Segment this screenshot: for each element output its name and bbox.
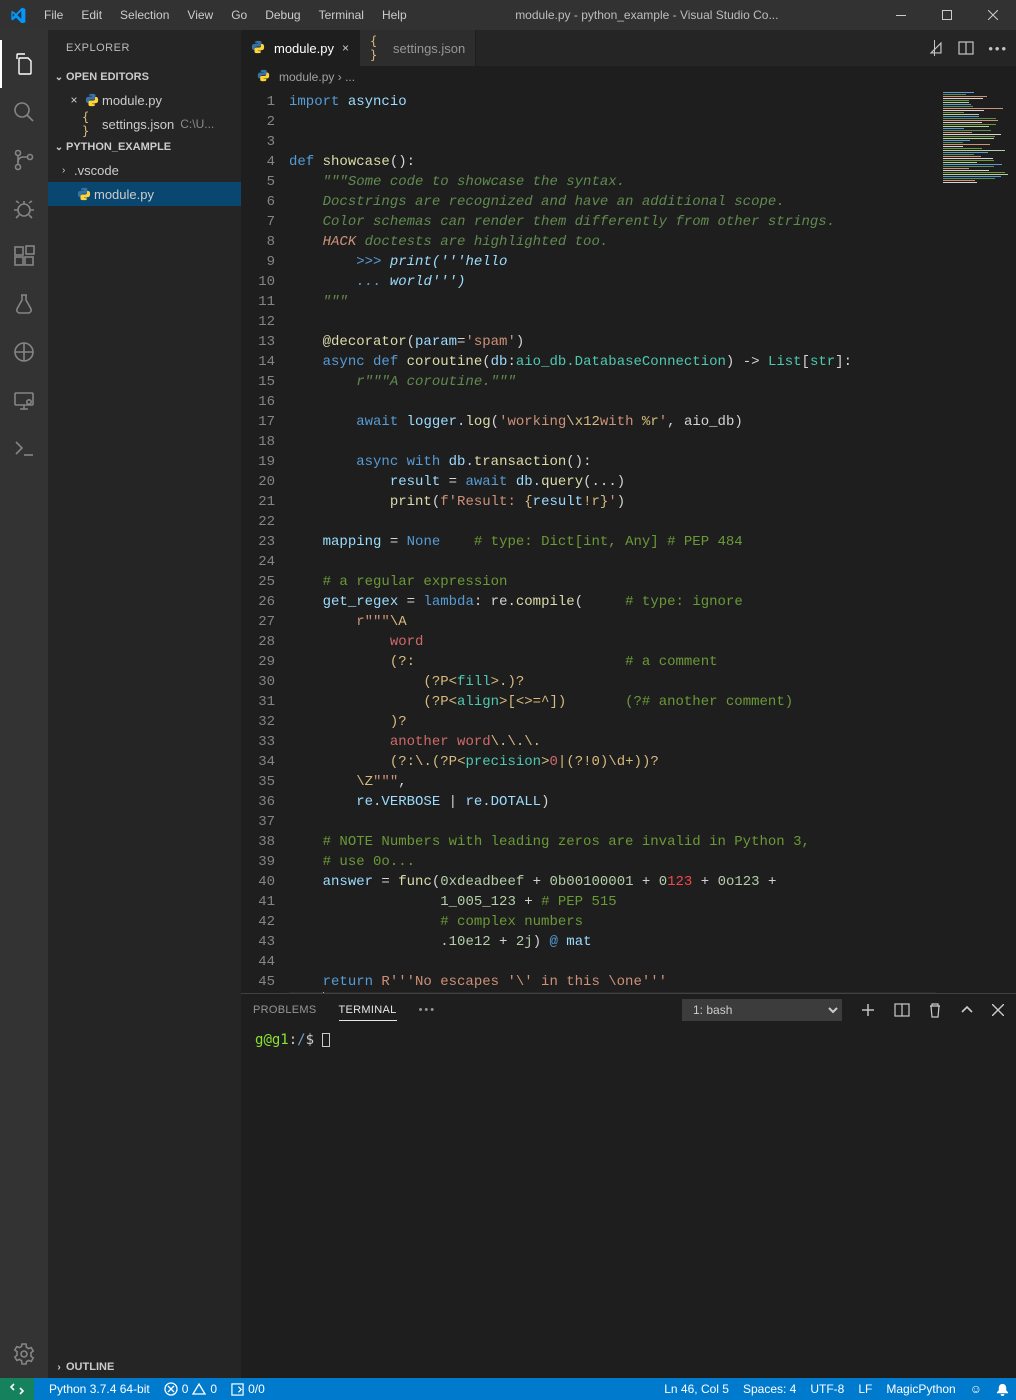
menu-edit[interactable]: Edit: [72, 0, 111, 30]
close-icon[interactable]: ×: [342, 41, 349, 55]
menu-debug[interactable]: Debug: [256, 0, 309, 30]
editor-tab[interactable]: module.py ×: [241, 30, 360, 66]
panel-overflow-icon[interactable]: •••: [419, 1004, 437, 1016]
remote-button[interactable]: [0, 1378, 34, 1400]
vscode-logo-icon: [0, 7, 35, 23]
panel: PROBLEMS TERMINAL ••• 1: bash g@g1:/$: [241, 993, 1016, 1378]
debug-icon[interactable]: [0, 184, 48, 232]
editor-tab[interactable]: { } settings.json: [360, 30, 476, 66]
maximize-panel-icon[interactable]: [960, 1003, 974, 1017]
main-menu: FileEditSelectionViewGoDebugTerminalHelp: [35, 0, 416, 30]
extensions-icon[interactable]: [0, 232, 48, 280]
kill-terminal-icon[interactable]: [928, 1002, 942, 1018]
python-file-icon: [74, 186, 94, 202]
feedback-icon[interactable]: ☺: [963, 1382, 989, 1396]
line-numbers: 1234567891011121314151617181920212223242…: [241, 88, 289, 993]
json-file-icon: { }: [370, 40, 386, 56]
file-row[interactable]: module.py: [48, 182, 241, 206]
settings-icon[interactable]: [0, 1330, 48, 1378]
menu-view[interactable]: View: [178, 0, 222, 30]
python-file-icon: [82, 92, 102, 108]
file-label: module.py: [94, 187, 154, 202]
status-language[interactable]: MagicPython: [879, 1382, 962, 1396]
code-area[interactable]: import asynciodef showcase(): """Some co…: [289, 88, 936, 993]
sidebar-title: EXPLORER: [48, 30, 241, 66]
open-editors-header[interactable]: ⌄OPEN EDITORS: [48, 66, 241, 88]
window-title: module.py - python_example - Visual Stud…: [416, 8, 878, 22]
status-ports[interactable]: 0/0: [224, 1382, 272, 1396]
status-eol[interactable]: LF: [851, 1382, 879, 1396]
editor-body[interactable]: 1234567891011121314151617181920212223242…: [241, 88, 1016, 993]
breadcrumb[interactable]: module.py › ...: [241, 66, 1016, 88]
file-label: module.py: [102, 93, 162, 108]
python-file-icon: [251, 40, 267, 56]
sidebar: EXPLORER ⌄OPEN EDITORS × module.py × { }…: [48, 30, 241, 1378]
minimize-button[interactable]: [878, 0, 924, 30]
terminal-icon[interactable]: [0, 424, 48, 472]
tab-label: module.py: [274, 41, 334, 56]
testing-icon[interactable]: [0, 280, 48, 328]
open-editor-item[interactable]: × module.py: [48, 88, 241, 112]
remote-icon[interactable]: [0, 376, 48, 424]
menu-file[interactable]: File: [35, 0, 72, 30]
menu-selection[interactable]: Selection: [111, 0, 178, 30]
json-file-icon: { }: [82, 116, 102, 132]
editor-tabs: module.py × { } settings.json •••: [241, 30, 1016, 66]
status-encoding[interactable]: UTF-8: [803, 1382, 851, 1396]
menu-go[interactable]: Go: [222, 0, 256, 30]
minimap[interactable]: [936, 88, 1016, 993]
compare-icon[interactable]: [928, 40, 944, 56]
panel-tab-terminal[interactable]: TERMINAL: [339, 1000, 397, 1021]
status-bar: Python 3.7.4 64-bit 0 0 0/0 Ln 46, Col 5…: [0, 1378, 1016, 1400]
status-problems[interactable]: 0 0: [157, 1382, 224, 1396]
close-panel-icon[interactable]: [992, 1004, 1004, 1016]
source-control-icon[interactable]: [0, 136, 48, 184]
status-python[interactable]: Python 3.7.4 64-bit: [42, 1382, 157, 1396]
maximize-button[interactable]: [924, 0, 970, 30]
outline-header[interactable]: ›OUTLINE: [48, 1356, 241, 1378]
folder-row[interactable]: ›.vscode: [48, 158, 241, 182]
titlebar: FileEditSelectionViewGoDebugTerminalHelp…: [0, 0, 1016, 30]
workspace-header[interactable]: ⌄PYTHON_EXAMPLE: [48, 136, 241, 158]
references-icon[interactable]: [0, 328, 48, 376]
close-icon[interactable]: ×: [66, 93, 82, 107]
open-editor-item[interactable]: × { } settings.json C:\U...: [48, 112, 241, 136]
status-ln-col[interactable]: Ln 46, Col 5: [657, 1382, 736, 1396]
panel-tab-problems[interactable]: PROBLEMS: [253, 1000, 317, 1020]
split-terminal-icon[interactable]: [894, 1002, 910, 1018]
activity-bar: [0, 30, 48, 1378]
menu-help[interactable]: Help: [373, 0, 416, 30]
terminal-select[interactable]: 1: bash: [682, 999, 842, 1021]
tab-label: settings.json: [393, 41, 465, 56]
file-label: settings.json: [102, 117, 174, 132]
split-editor-icon[interactable]: [958, 40, 974, 56]
explorer-icon[interactable]: [0, 40, 48, 88]
more-icon[interactable]: •••: [988, 41, 1008, 56]
notifications-icon[interactable]: [989, 1383, 1016, 1396]
status-spaces[interactable]: Spaces: 4: [736, 1382, 803, 1396]
file-path-hint: C:\U...: [180, 117, 214, 131]
menu-terminal[interactable]: Terminal: [310, 0, 373, 30]
search-icon[interactable]: [0, 88, 48, 136]
close-button[interactable]: [970, 0, 1016, 30]
new-terminal-icon[interactable]: [860, 1002, 876, 1018]
terminal-body[interactable]: g@g1:/$: [241, 1026, 1016, 1378]
